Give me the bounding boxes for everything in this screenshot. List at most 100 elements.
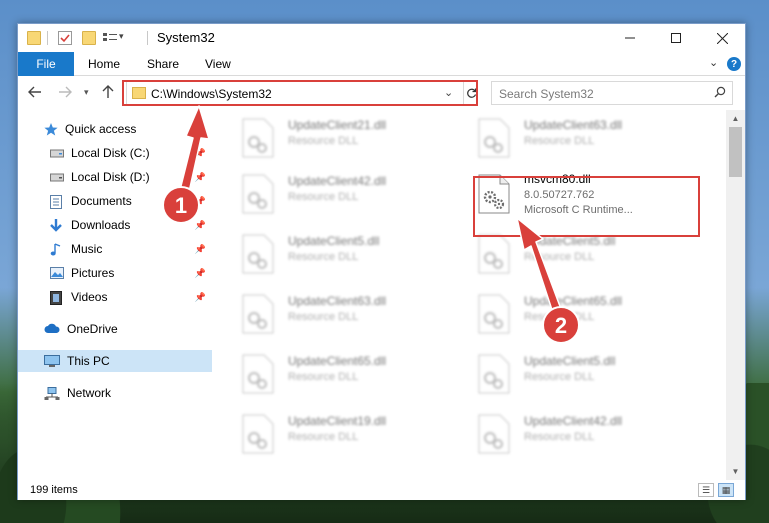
sidebar-item-local-disk-c[interactable]: Local Disk (C:) 📌 [18,142,212,164]
close-button[interactable] [699,24,745,52]
window-title: System32 [157,30,215,45]
drive-icon [50,147,64,160]
sidebar-item-label: OneDrive [67,322,118,336]
up-button[interactable] [102,85,114,102]
file-type: Resource DLL [288,135,359,147]
tab-view[interactable]: View [205,52,231,76]
sidebar-item-network[interactable]: Network [18,382,212,404]
list-item[interactable]: UpdateClient63.dll Resource DLL [242,294,462,346]
sidebar-item-label: Network [67,386,112,400]
dll-file-icon [242,354,278,398]
pictures-icon [50,266,64,280]
sidebar-item-label: This PC [67,354,110,368]
star-icon [44,122,58,136]
tab-share[interactable]: Share [147,52,179,76]
dll-file-icon [478,414,514,458]
sidebar-item-onedrive[interactable]: OneDrive [18,318,212,340]
file-highlight [473,176,700,237]
file-type: Resource DLL [524,135,595,147]
customize-view-icon[interactable] [102,31,117,45]
list-item[interactable]: UpdateClient5.dll Resource DLL [478,354,698,406]
list-item[interactable]: UpdateClient5.dll Resource DLL [242,234,462,286]
documents-icon [50,194,64,209]
scroll-thumb[interactable] [729,127,742,177]
sidebar-item-label: Music [71,242,103,256]
dll-file-icon [478,234,514,278]
forward-button[interactable] [58,85,72,101]
file-type: Resource DLL [288,311,359,323]
file-type: Resource DLL [288,191,359,203]
sidebar-item-music[interactable]: Music 📌 [18,238,212,260]
pin-icon[interactable]: 📌 [195,244,206,255]
search-box[interactable]: Search System32 [491,81,733,105]
scroll-up-icon[interactable]: ▲ [726,110,745,127]
new-folder-icon[interactable] [82,31,96,45]
back-button[interactable] [28,85,42,101]
music-icon [50,242,64,256]
sidebar-item-this-pc[interactable]: This PC [18,350,212,372]
sidebar-item-local-disk-d[interactable]: Local Disk (D:) 📌 [18,166,212,188]
file-name: UpdateClient65.dll [288,354,387,368]
computer-icon [44,354,60,368]
sidebar-item-label: Local Disk (D:) [71,170,150,184]
sidebar-item-videos[interactable]: Videos 📌 [18,286,212,308]
file-name: UpdateClient65.dll [524,294,623,308]
file-type: Resource DLL [288,371,359,383]
dll-file-icon [242,174,278,218]
sidebar-item-label: Pictures [71,266,115,280]
file-name: UpdateClient42.dll [524,414,623,428]
file-type: Resource DLL [524,251,595,263]
file-name: UpdateClient63.dll [288,294,387,308]
tab-file[interactable]: File [18,52,74,76]
list-item[interactable]: UpdateClient42.dll Resource DLL [242,174,462,226]
pin-icon[interactable]: 📌 [195,268,206,279]
pin-icon[interactable]: 📌 [195,172,206,183]
recent-locations-icon[interactable]: ▾ [84,87,89,98]
sidebar-item-label: Downloads [71,218,131,232]
scroll-down-icon[interactable]: ▼ [726,463,745,480]
pin-icon[interactable]: 📌 [195,148,206,159]
details-view-icon[interactable]: ☰ [698,483,714,497]
vertical-scrollbar[interactable]: ▲ ▼ [726,110,745,480]
search-icon[interactable] [714,86,726,101]
quick-access-dropdown-icon[interactable]: ▾ [119,31,133,45]
file-type: Resource DLL [524,431,595,443]
pin-icon[interactable]: 📌 [195,220,206,231]
list-item[interactable]: UpdateClient19.dll Resource DLL [242,414,462,466]
sidebar-item-label: Quick access [65,122,137,136]
maximize-button[interactable] [653,24,699,52]
large-icons-view-icon[interactable]: ▦ [718,483,734,497]
sidebar-item-downloads[interactable]: Downloads 📌 [18,214,212,236]
pin-icon[interactable]: 📌 [195,196,206,207]
list-item[interactable]: UpdateClient21.dll Resource DLL [242,118,462,170]
help-icon[interactable]: ? [727,57,741,71]
status-bar: 199 items ☰ ▦ [18,480,745,500]
file-name: UpdateClient5.dll [524,354,616,368]
sidebar-item-quick-access[interactable]: Quick access [18,118,212,140]
title-bar: ▾ System32 [18,24,745,52]
file-name: UpdateClient5.dll [288,234,380,248]
folder-icon [27,31,41,45]
file-name: UpdateClient42.dll [288,174,387,188]
file-name: UpdateClient63.dll [524,118,623,132]
properties-icon[interactable] [58,31,72,45]
list-item[interactable]: UpdateClient65.dll Resource DLL [242,354,462,406]
list-item[interactable]: UpdateClient5.dll Resource DLL [478,234,698,286]
dll-file-icon [242,118,278,162]
dll-file-icon [478,294,514,338]
expand-ribbon-icon[interactable]: ⌄ [709,56,718,69]
list-item[interactable]: UpdateClient65.dll Resource DLL [478,294,698,346]
list-item[interactable]: UpdateClient63.dll Resource DLL [478,118,698,170]
file-type: Resource DLL [524,311,595,323]
pin-icon[interactable]: 📌 [195,292,206,303]
list-item[interactable]: UpdateClient42.dll Resource DLL [478,414,698,466]
divider [47,31,48,45]
file-type: Resource DLL [288,431,359,443]
minimize-button[interactable] [607,24,653,52]
file-name: UpdateClient21.dll [288,118,387,132]
tab-home[interactable]: Home [88,52,120,76]
sidebar-item-label: Documents [71,194,132,208]
sidebar-item-documents[interactable]: Documents 📌 [18,190,212,212]
item-count: 199 items [30,484,78,496]
sidebar-item-pictures[interactable]: Pictures 📌 [18,262,212,284]
